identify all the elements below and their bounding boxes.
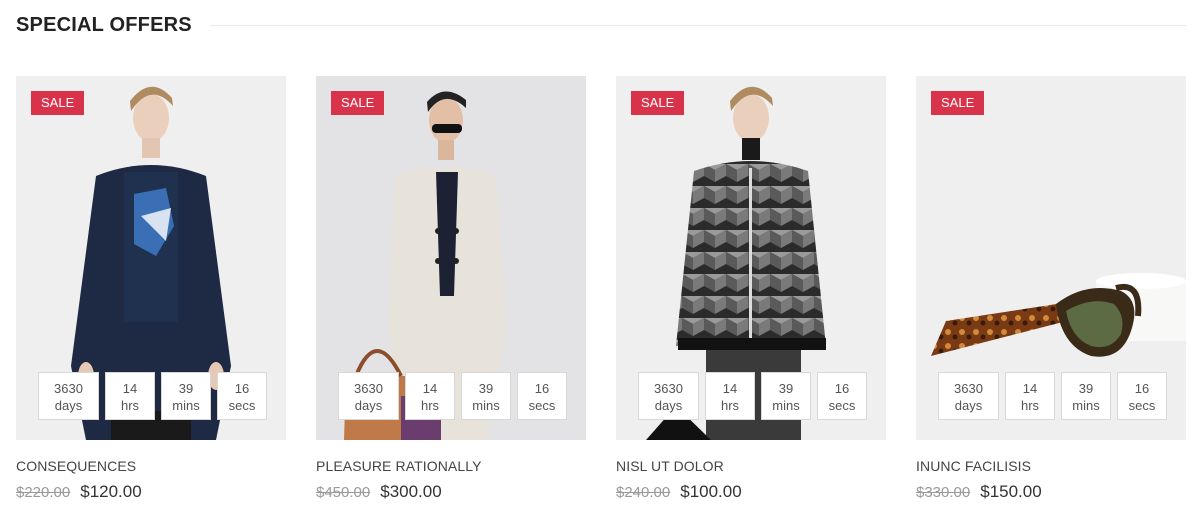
- countdown-days: 3630 days: [338, 372, 399, 420]
- product-grid: SALE 3630 days 14 hrs 39 mins 16 secs CO…: [16, 76, 1186, 516]
- countdown-seconds-label: secs: [528, 398, 556, 413]
- product-title-link[interactable]: NISL UT DOLOR: [616, 458, 886, 474]
- countdown-minutes-value: 39: [1078, 381, 1094, 396]
- product-image-link[interactable]: SALE 3630 days 14 hrs 39 mins 16 secs: [916, 76, 1186, 440]
- countdown-minutes-label: mins: [772, 398, 800, 413]
- countdown-minutes-label: mins: [1072, 398, 1100, 413]
- countdown-seconds-value: 16: [1134, 381, 1150, 396]
- countdown-minutes: 39 mins: [461, 372, 511, 420]
- sale-price: $120.00: [80, 482, 142, 501]
- product-image-link[interactable]: SALE 3630 days 14 hrs 39 mins 16 secs: [16, 76, 286, 440]
- countdown-hours-value: 14: [722, 381, 738, 396]
- countdown-hours: 14 hrs: [1005, 372, 1055, 420]
- product-image-link[interactable]: SALE 3630 days 14 hrs 39 mins 16 secs: [616, 76, 886, 440]
- countdown-hours-label: hrs: [1020, 398, 1040, 413]
- countdown-timer: 3630 days 14 hrs 39 mins 16 secs: [638, 372, 873, 420]
- countdown-seconds: 16 secs: [217, 372, 267, 420]
- countdown-hours-label: hrs: [120, 398, 140, 413]
- old-price: $330.00: [916, 484, 971, 501]
- countdown-seconds-label: secs: [228, 398, 256, 413]
- countdown-days-value: 3630: [654, 381, 683, 396]
- countdown-days-value: 3630: [354, 381, 383, 396]
- old-price: $240.00: [616, 484, 671, 501]
- sale-price: $150.00: [980, 482, 1042, 501]
- product-prices: $330.00 $150.00: [916, 482, 1186, 502]
- sale-price: $300.00: [380, 482, 442, 501]
- countdown-minutes: 39 mins: [161, 372, 211, 420]
- countdown-timer: 3630 days 14 hrs 39 mins 16 secs: [38, 372, 273, 420]
- section-title: SPECIAL OFFERS: [16, 13, 192, 36]
- countdown-minutes-label: mins: [472, 398, 500, 413]
- countdown-days-value: 3630: [954, 381, 983, 396]
- product-prices: $450.00 $300.00: [316, 482, 586, 502]
- countdown-seconds: 16 secs: [1117, 372, 1167, 420]
- countdown-days-label: days: [54, 398, 83, 413]
- countdown-minutes: 39 mins: [761, 372, 811, 420]
- countdown-seconds-label: secs: [1128, 398, 1156, 413]
- product-prices: $240.00 $100.00: [616, 482, 886, 502]
- countdown-hours-value: 14: [122, 381, 138, 396]
- product-card: SALE 3630 days 14 hrs 39 mins 16 secs: [316, 76, 586, 502]
- sale-badge: SALE: [631, 91, 685, 115]
- countdown-minutes-value: 39: [778, 381, 794, 396]
- countdown-hours-value: 14: [422, 381, 438, 396]
- section-header: SPECIAL OFFERS: [16, 10, 1186, 40]
- countdown-seconds: 16 secs: [517, 372, 567, 420]
- countdown-seconds: 16 secs: [817, 372, 867, 420]
- countdown-seconds-value: 16: [234, 381, 250, 396]
- countdown-hours: 14 hrs: [705, 372, 755, 420]
- countdown-hours-label: hrs: [420, 398, 440, 413]
- countdown-days-value: 3630: [54, 381, 83, 396]
- sale-badge: SALE: [331, 91, 385, 115]
- countdown-timer: 3630 days 14 hrs 39 mins 16 secs: [938, 372, 1173, 420]
- countdown-minutes: 39 mins: [1061, 372, 1111, 420]
- sale-badge: SALE: [31, 91, 85, 115]
- countdown-days-label: days: [354, 398, 383, 413]
- countdown-minutes-value: 39: [178, 381, 194, 396]
- countdown-hours-value: 14: [1022, 381, 1038, 396]
- countdown-seconds-label: secs: [828, 398, 856, 413]
- product-title-link[interactable]: PLEASURE RATIONALLY: [316, 458, 586, 474]
- countdown-timer: 3630 days 14 hrs 39 mins 16 secs: [338, 372, 573, 420]
- product-card: SALE 3630 days 14 hrs 39 mins 16 secs: [16, 76, 286, 502]
- countdown-days: 3630 days: [638, 372, 699, 420]
- countdown-days: 3630 days: [938, 372, 999, 420]
- countdown-hours: 14 hrs: [405, 372, 455, 420]
- product-prices: $220.00 $120.00: [16, 482, 286, 502]
- sale-badge: SALE: [931, 91, 985, 115]
- old-price: $450.00: [316, 484, 371, 501]
- product-title-link[interactable]: INUNC FACILISIS: [916, 458, 1186, 474]
- countdown-hours-label: hrs: [720, 398, 740, 413]
- countdown-seconds-value: 16: [534, 381, 550, 396]
- product-card: SALE 3630 days 14 hrs 39 mins 16 secs: [916, 76, 1186, 502]
- countdown-days-label: days: [654, 398, 683, 413]
- old-price: $220.00: [16, 484, 71, 501]
- countdown-minutes-value: 39: [478, 381, 494, 396]
- product-title-link[interactable]: CONSEQUENCES: [16, 458, 286, 474]
- countdown-days: 3630 days: [38, 372, 99, 420]
- product-card: SALE 3630 days 14 hrs 39 mins 16 secs: [616, 76, 886, 502]
- sale-price: $100.00: [680, 482, 742, 501]
- countdown-minutes-label: mins: [172, 398, 200, 413]
- countdown-days-label: days: [954, 398, 983, 413]
- countdown-hours: 14 hrs: [105, 372, 155, 420]
- product-image-link[interactable]: SALE 3630 days 14 hrs 39 mins 16 secs: [316, 76, 586, 440]
- countdown-seconds-value: 16: [834, 381, 850, 396]
- section-divider: [209, 24, 1186, 26]
